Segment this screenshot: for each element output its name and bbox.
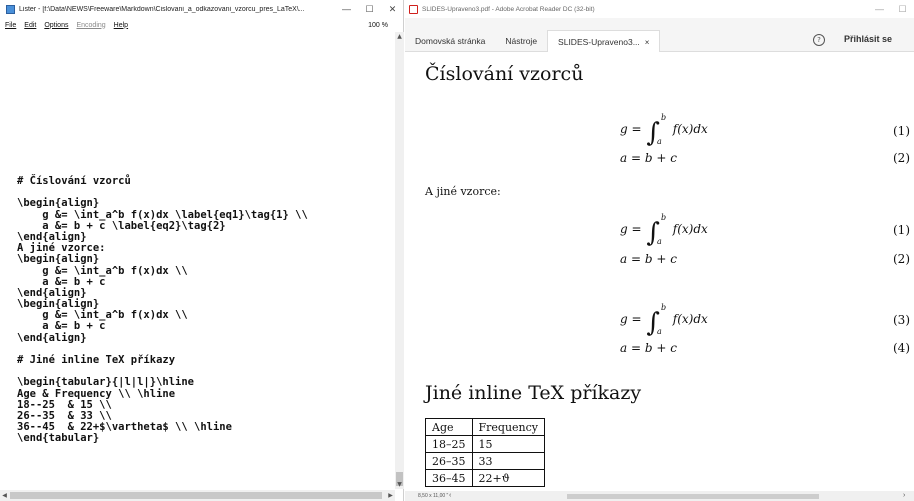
- table-cell: 22+ϑ: [471, 469, 545, 487]
- code-line: \end{align}: [17, 331, 87, 344]
- table-row: 18–25 15: [425, 435, 545, 453]
- code-line: a &= b + c: [17, 320, 106, 333]
- equation-integral: g = ∫ b a f(x)dx: [620, 113, 708, 148]
- scroll-up-arrow-icon[interactable]: ▲: [395, 32, 404, 41]
- acrobat-statusbar: 8,50 x 11,00 " ‹ ›: [405, 491, 914, 501]
- lister-horizontal-scrollbar[interactable]: ◀ ▶: [0, 490, 395, 501]
- acrobat-titlebar[interactable]: SLIDES-Upraveno3.pdf - Adobe Acrobat Rea…: [405, 0, 914, 18]
- acrobat-window-controls: — ☐: [868, 4, 914, 15]
- scroll-left-arrow-icon[interactable]: ◀: [0, 490, 9, 501]
- table-cell: 18–25: [425, 435, 473, 453]
- acrobat-hscroll-thumb[interactable]: [567, 494, 819, 499]
- equation-tag: (1): [893, 223, 910, 237]
- table-header: Frequency: [471, 418, 545, 436]
- acrobat-tabs: Domovská stránka Nástroje SLIDES-Upraven…: [405, 30, 914, 52]
- tab-document-label: SLIDES-Upraveno3...: [558, 37, 640, 47]
- pdf-frequency-table: Age Frequency 18–25 15 26–35 33 36–45 22…: [425, 418, 545, 487]
- menu-edit[interactable]: Edit: [24, 22, 36, 29]
- page-size-label: 8,50 x 11,00 ": [418, 493, 449, 499]
- zoom-level: 100 %: [368, 21, 388, 29]
- table-cell: 33: [471, 452, 545, 470]
- equation-tag: (2): [893, 151, 910, 165]
- lister-hscroll-thumb[interactable]: [10, 492, 382, 499]
- help-icon[interactable]: ?: [813, 34, 825, 46]
- acrobat-minimize-button[interactable]: —: [868, 4, 891, 15]
- maximize-button[interactable]: ☐: [358, 4, 381, 15]
- table-cell: 15: [471, 435, 545, 453]
- pdf-paragraph: A jiné vzorce:: [425, 185, 501, 198]
- acrobat-maximize-button[interactable]: ☐: [891, 4, 914, 15]
- equation-sum: a = b + c: [620, 341, 677, 355]
- menu-options[interactable]: Options: [44, 22, 68, 29]
- tab-document[interactable]: SLIDES-Upraveno3... ×: [547, 30, 661, 52]
- menu-encoding[interactable]: Encoding: [76, 22, 105, 29]
- lister-vertical-scrollbar[interactable]: ▲ ▼: [395, 32, 404, 489]
- menu-help[interactable]: Help: [114, 22, 128, 29]
- code-line: \begin{align}: [17, 253, 100, 266]
- lister-titlebar[interactable]: Lister - [f:\Data\NEWS\Freeware\Markdown…: [0, 0, 404, 18]
- acrobat-window: SLIDES-Upraveno3.pdf - Adobe Acrobat Rea…: [405, 0, 914, 501]
- table-cell: 36–45: [425, 469, 473, 487]
- equation-integral: g = ∫ b a f(x)dx: [620, 303, 708, 338]
- lister-app-icon: [6, 4, 15, 14]
- table-header-row: Age Frequency: [425, 418, 545, 436]
- tab-home[interactable]: Domovská stránka: [405, 30, 495, 52]
- scroll-down-arrow-icon[interactable]: ▼: [395, 480, 404, 489]
- lister-window-controls: — ☐ ✕: [335, 4, 404, 15]
- acrobat-title: SLIDES-Upraveno3.pdf - Adobe Acrobat Rea…: [422, 5, 595, 13]
- equation-sum: a = b + c: [620, 252, 677, 266]
- pdf-heading-numbering: Číslování vzorců: [425, 63, 584, 85]
- scroll-right-icon[interactable]: ›: [903, 492, 905, 499]
- equation-sum: a = b + c: [620, 151, 677, 165]
- table-row: 36–45 22+ϑ: [425, 469, 545, 487]
- scroll-right-arrow-icon[interactable]: ▶: [386, 490, 395, 501]
- equation-tag: (4): [893, 341, 910, 355]
- code-line: \end{tabular}: [17, 432, 100, 445]
- table-row: 26–35 33: [425, 452, 545, 470]
- lister-window: Lister - [f:\Data\NEWS\Freeware\Markdown…: [0, 0, 404, 501]
- code-line: g &= \int_a^b f(x)dx \\: [17, 264, 188, 277]
- code-line: \begin{align}: [17, 197, 100, 210]
- lister-menubar: File Edit Options Encoding Help 100 %: [0, 18, 404, 32]
- minimize-button[interactable]: —: [335, 4, 358, 15]
- close-tab-icon[interactable]: ×: [645, 38, 650, 47]
- menu-file[interactable]: File: [5, 22, 16, 29]
- code-line: # Číslování vzorců: [17, 175, 131, 187]
- pdf-heading-inline-tex: Jiné inline TeX příkazy: [425, 382, 642, 404]
- acrobat-app-icon: [409, 4, 418, 14]
- equation-integral: g = ∫ b a f(x)dx: [620, 213, 708, 248]
- close-button[interactable]: ✕: [381, 4, 404, 15]
- table-header: Age: [425, 418, 473, 436]
- equation-tag: (1): [893, 124, 910, 138]
- lister-title: Lister - [f:\Data\NEWS\Freeware\Markdown…: [19, 5, 305, 13]
- sign-in-button[interactable]: Přihlásit se: [844, 34, 892, 44]
- code-line: # Jiné inline TeX příkazy: [17, 354, 176, 366]
- tab-tools[interactable]: Nástroje: [495, 30, 547, 52]
- source-text-view[interactable]: # Číslování vzorců \begin{align} g &= \in…: [17, 175, 308, 445]
- scroll-left-icon[interactable]: ‹: [449, 492, 451, 499]
- equation-tag: (3): [893, 313, 910, 327]
- equation-tag: (2): [893, 252, 910, 266]
- table-cell: 26–35: [425, 452, 473, 470]
- code-line: \begin{tabular}{|l|l|}\hline: [17, 376, 195, 389]
